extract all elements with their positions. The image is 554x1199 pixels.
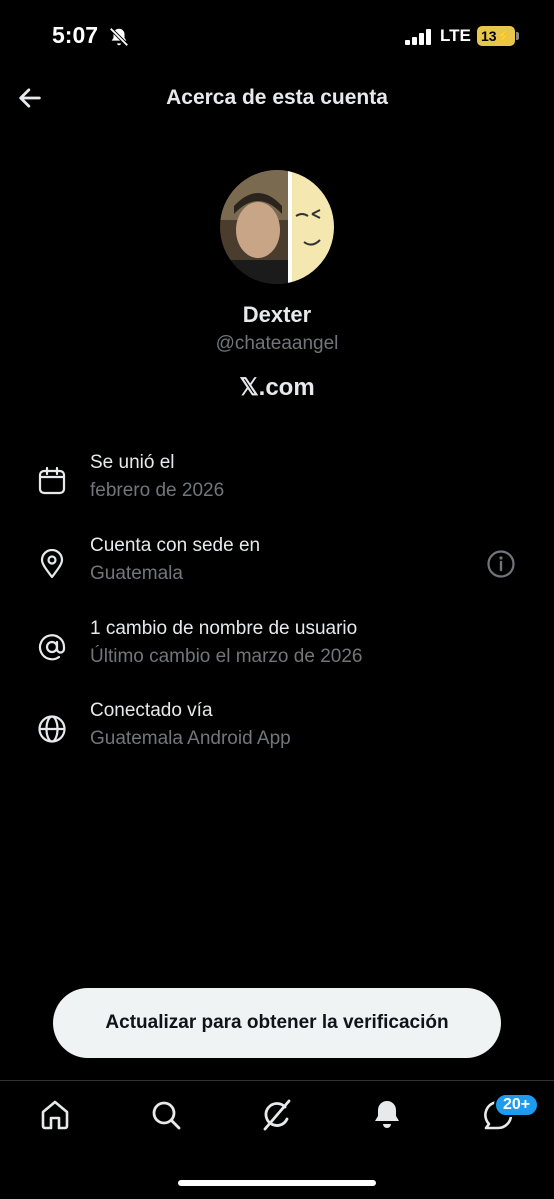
page-title: Acerca de esta cuenta [166,86,388,109]
info-subtitle: Guatemala [90,563,183,584]
notifications-icon[interactable] [369,1097,405,1133]
info-row-username-changes: 1 cambio de nombre de usuario Último cam… [0,618,554,688]
at-sign-icon [38,634,66,661]
status-time: 5:07 [52,22,99,48]
status-bar: 5:07 LTE 13 ⚡ [0,0,554,72]
avatar [220,170,334,284]
info-row-joined: Se unió el febrero de 2026 [0,452,554,522]
info-title: Conectado vía [90,700,213,721]
info-title: 1 cambio de nombre de usuario [90,618,358,639]
get-verified-button[interactable]: Actualizar para obtener la verificación [53,988,501,1058]
home-indicator [178,1180,376,1186]
info-icon[interactable] [486,549,516,579]
search-icon[interactable] [148,1097,184,1133]
profile-name: Dexter [242,302,312,327]
info-title: Cuenta con sede en [90,535,261,556]
header: Acerca de esta cuenta [0,72,554,128]
info-title: Se unió el [90,452,175,473]
info-row-location: Cuenta con sede en Guatemala [0,535,554,605]
profile-domain: 𝕏.com [239,374,315,401]
info-subtitle: Guatemala Android App [90,728,291,749]
grok-icon[interactable] [259,1097,295,1133]
globe-icon [38,715,66,743]
info-subtitle: Último cambio el marzo de 2026 [90,646,363,667]
info-row-connected-via: Conectado vía Guatemala Android App [0,700,554,770]
battery-level: 13 [481,28,497,44]
bell-off-icon [109,27,129,47]
calendar-icon [38,466,66,495]
messages-badge: 20+ [494,1093,540,1117]
signal-icon [405,29,431,45]
profile-handle: @chateaangel [215,333,339,354]
bottom-nav [0,1081,554,1161]
network-label: LTE [440,26,471,45]
info-subtitle: febrero de 2026 [90,480,225,501]
battery-icon: 13 ⚡ [477,26,515,46]
battery-tip [516,32,519,40]
location-pin-icon [40,549,64,579]
home-icon[interactable] [37,1097,73,1133]
